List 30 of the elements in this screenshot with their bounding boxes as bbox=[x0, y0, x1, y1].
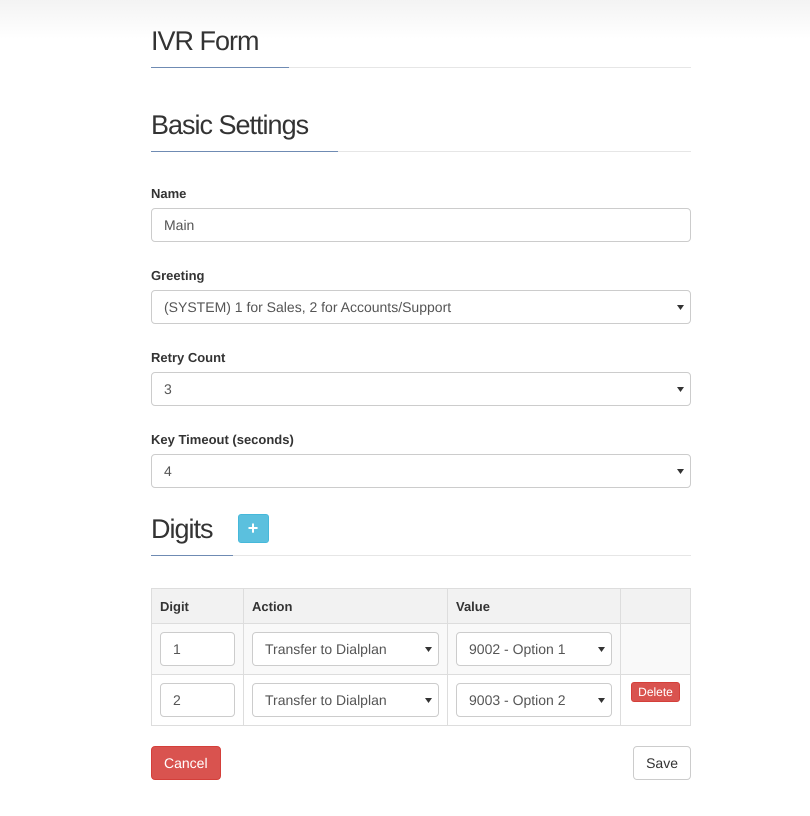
section-heading: Basic Settings bbox=[151, 110, 338, 152]
caret-icon bbox=[425, 698, 432, 702]
digit-field[interactable]: 2 bbox=[160, 683, 235, 717]
field-label: Retry Count bbox=[151, 350, 226, 365]
dropdown-field[interactable]: (SYSTEM) 1 for Sales, 2 for Accounts/Support bbox=[151, 290, 691, 324]
text-field[interactable]: Main bbox=[151, 208, 691, 242]
value-dropdown[interactable]: 9003 - Option 2 bbox=[456, 683, 612, 717]
caret-icon bbox=[677, 386, 684, 392]
value-dropdown[interactable]: 9002 - Option 1 bbox=[456, 632, 612, 666]
field-label: Name bbox=[151, 186, 188, 201]
section-heading: Digits bbox=[151, 514, 233, 556]
dropdown-field[interactable]: 3 bbox=[151, 372, 691, 406]
caret-icon bbox=[598, 698, 605, 702]
save-button[interactable]: Save bbox=[633, 746, 691, 780]
delete-button[interactable]: Delete bbox=[631, 682, 680, 702]
caret-icon bbox=[677, 304, 684, 310]
field-label: Key Timeout (seconds) bbox=[151, 432, 295, 447]
page-title: IVR Form bbox=[151, 26, 289, 68]
caret-icon bbox=[677, 468, 684, 474]
field-label: Greeting bbox=[151, 268, 206, 283]
dropdown-field[interactable]: 4 bbox=[151, 454, 691, 488]
cancel-button[interactable]: Cancel bbox=[151, 746, 221, 780]
caret-icon bbox=[425, 646, 432, 652]
caret-icon bbox=[598, 646, 605, 652]
action-dropdown[interactable]: Transfer to Dialplan bbox=[252, 683, 439, 717]
column-header: Digit bbox=[152, 588, 244, 624]
action-dropdown[interactable]: Transfer to Dialplan bbox=[252, 632, 439, 666]
digit-field[interactable]: 1 bbox=[160, 632, 235, 666]
column-header: Value bbox=[448, 588, 620, 624]
column-header: Action bbox=[244, 588, 448, 624]
